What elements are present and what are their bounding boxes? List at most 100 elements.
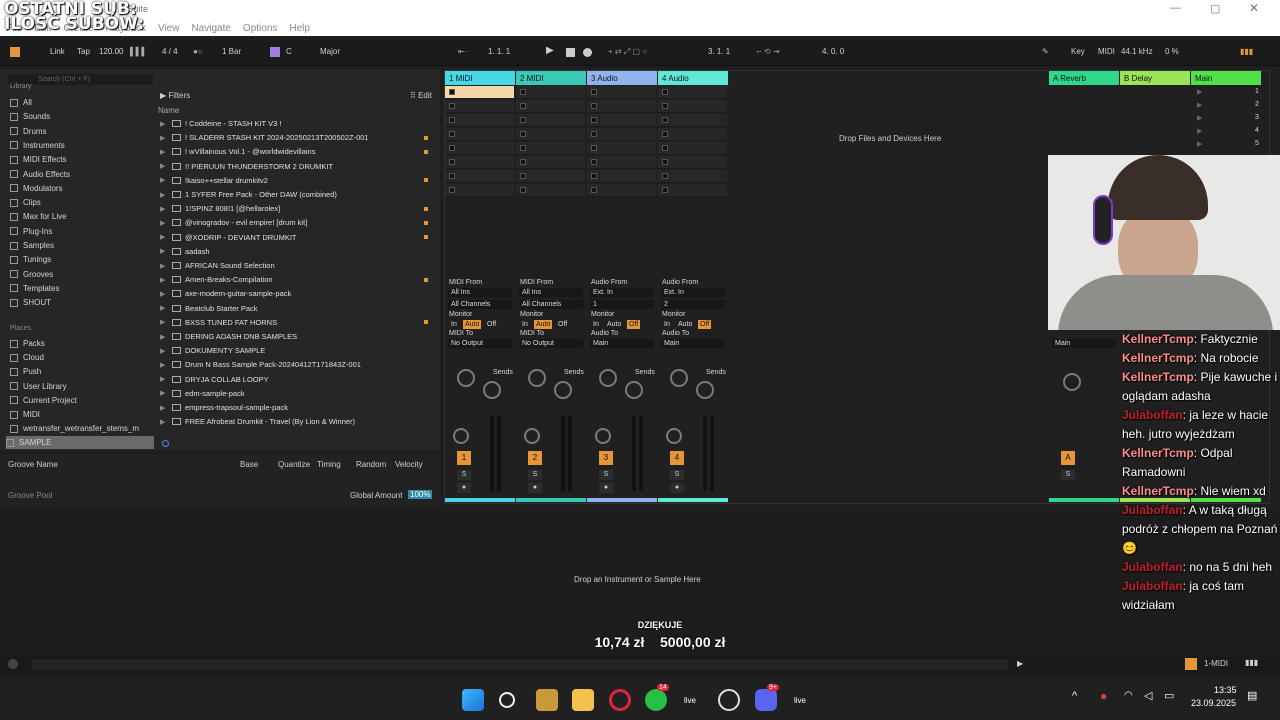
library-item[interactable]: Instruments xyxy=(10,139,65,152)
pan-knob[interactable] xyxy=(524,428,540,444)
clip-stop-icon[interactable] xyxy=(662,89,668,95)
detail-toggle-icon[interactable]: ▮▮▮ xyxy=(1245,658,1258,667)
track-header[interactable]: 3 Audio xyxy=(587,71,657,85)
clip-slot[interactable] xyxy=(587,100,656,113)
clip-slot[interactable] xyxy=(587,156,656,169)
clip-stop-icon[interactable] xyxy=(520,159,526,165)
library-item[interactable]: Modulators xyxy=(10,182,63,195)
clip-stop-icon[interactable] xyxy=(449,103,455,109)
whatsapp-icon[interactable] xyxy=(645,689,667,711)
clip-slot[interactable] xyxy=(445,142,514,155)
clip-stop-icon[interactable] xyxy=(520,131,526,137)
expand-arrow-icon[interactable]: ▶ xyxy=(160,233,168,241)
menu-view[interactable]: View xyxy=(158,23,180,34)
clip-slot[interactable] xyxy=(658,86,727,99)
clip-slot[interactable] xyxy=(587,114,656,127)
file-list-item[interactable]: ▶ @vinogradov - evil empire! [drum kit] xyxy=(160,216,432,229)
input-channel-select[interactable]: 1 xyxy=(590,300,654,309)
send-a-knob[interactable] xyxy=(599,369,617,387)
send-a-knob[interactable] xyxy=(670,369,688,387)
clip-slot[interactable] xyxy=(658,100,727,113)
filters-toggle[interactable]: ▶ Filters xyxy=(160,91,190,100)
expand-arrow-icon[interactable]: ▶ xyxy=(160,361,168,369)
clip-stop-icon[interactable] xyxy=(591,187,597,193)
track-header[interactable]: 2 MIDI xyxy=(516,71,586,85)
input-type-select[interactable]: All Ins xyxy=(448,288,512,297)
expand-arrow-icon[interactable]: ▶ xyxy=(160,304,168,312)
clip-slot[interactable] xyxy=(658,114,727,127)
monitor-in-button[interactable]: In xyxy=(520,320,530,329)
global-amount-value[interactable]: 100% xyxy=(408,490,433,499)
automation-icons[interactable]: + ⇄ ⤢ ▢ ○ xyxy=(608,47,647,57)
clip-slot[interactable] xyxy=(658,170,727,183)
clip-stop-icon[interactable] xyxy=(662,159,668,165)
clip-slot[interactable] xyxy=(587,184,656,197)
clip-stop-icon[interactable] xyxy=(662,145,668,151)
output-select[interactable]: Main xyxy=(661,339,725,348)
file-list-item[interactable]: ▶ DERING ADASH DNB SAMPLES xyxy=(160,330,432,343)
file-list-item[interactable]: ▶ Beatclub Starter Pack xyxy=(160,302,432,315)
file-list-item[interactable]: ▶ BXSS TUNED FAT HORNS xyxy=(160,316,432,329)
expand-arrow-icon[interactable]: ▶ xyxy=(160,162,168,170)
clip-slot[interactable] xyxy=(445,170,514,183)
input-channel-select[interactable]: All Channels xyxy=(448,300,512,309)
track-activator[interactable]: 4 xyxy=(670,451,684,465)
groove-col-random[interactable]: Random xyxy=(356,460,386,469)
places-item[interactable]: SAMPLE xyxy=(6,436,154,450)
track-header[interactable]: 1 MIDI xyxy=(445,71,515,85)
return-send-knob[interactable] xyxy=(1063,373,1081,391)
solo-button[interactable]: S xyxy=(670,470,684,480)
file-list-item[interactable]: ▶ FREE Afrobeat Drumkit - Travel (By Lion… xyxy=(160,415,432,428)
library-item[interactable]: Templates xyxy=(10,282,59,295)
scale-mode-icon[interactable] xyxy=(270,47,280,57)
live-menu-icon[interactable] xyxy=(10,47,20,57)
metronome-icon[interactable]: ▌▌▌ xyxy=(130,47,147,56)
library-item[interactable]: All xyxy=(10,96,32,109)
library-item[interactable]: Drums xyxy=(10,125,47,138)
library-item[interactable]: Grooves xyxy=(10,268,53,281)
preview-icon[interactable] xyxy=(162,440,169,447)
clip-slot[interactable] xyxy=(516,100,585,113)
file-list-item[interactable]: ▶ ! wVillainous Vol.1 - @worldwidevillain… xyxy=(160,145,432,158)
scene-launch-button[interactable]: 3 xyxy=(1255,114,1259,121)
clip-stop-icon[interactable] xyxy=(591,145,597,151)
clip-stop-icon[interactable] xyxy=(520,173,526,179)
expand-arrow-icon[interactable]: ▶ xyxy=(160,347,168,355)
expand-arrow-icon[interactable]: ▶ xyxy=(160,205,168,213)
clip-slot[interactable] xyxy=(587,128,656,141)
clip-stop-icon[interactable] xyxy=(520,117,526,123)
arm-button[interactable]: ● xyxy=(670,483,684,493)
input-type-select[interactable]: All Ins xyxy=(519,288,583,297)
expand-arrow-icon[interactable]: ▶ xyxy=(160,134,168,142)
track-header[interactable]: 4 Audio xyxy=(658,71,728,85)
clip-stop-icon[interactable] xyxy=(520,145,526,151)
clip-stop-icon[interactable] xyxy=(662,117,668,123)
tray-chevron-icon[interactable]: ^ xyxy=(1072,690,1077,702)
clip-stop-icon[interactable] xyxy=(591,131,597,137)
groove-col-velocity[interactable]: Velocity xyxy=(395,460,423,469)
clip-slot[interactable] xyxy=(587,142,656,155)
clip-slot[interactable] xyxy=(516,184,585,197)
clip-slot[interactable] xyxy=(445,114,514,127)
file-list-item[interactable]: ▶ empress-trapsoul-sample-pack xyxy=(160,401,432,414)
send-b-knob[interactable] xyxy=(696,381,714,399)
return-solo-button[interactable]: S xyxy=(1061,470,1075,480)
monitor-off-button[interactable]: Off xyxy=(485,320,498,329)
send-a-knob[interactable] xyxy=(457,369,475,387)
scale-select[interactable]: Major xyxy=(320,47,340,56)
input-channel-select[interactable]: 2 xyxy=(661,300,725,309)
places-item[interactable]: User Library xyxy=(10,380,67,393)
info-toggle-icon[interactable] xyxy=(8,659,18,669)
solo-button[interactable]: S xyxy=(599,470,613,480)
clip-slot[interactable] xyxy=(445,128,514,141)
return-output-select[interactable]: Main xyxy=(1052,339,1116,348)
file-list-item[interactable]: ▶ 1 SYFER Free Pack - Other DAW (combined… xyxy=(160,188,432,201)
clip-stop-icon[interactable] xyxy=(662,131,668,137)
key-map-button[interactable]: Key xyxy=(1071,47,1085,56)
monitor-auto-button[interactable]: Auto xyxy=(463,320,482,329)
groove-col-timing[interactable]: Timing xyxy=(317,460,341,469)
return-header[interactable]: Main xyxy=(1191,71,1261,85)
microphone-icon[interactable]: ● xyxy=(1100,689,1107,703)
clip-stop-icon[interactable] xyxy=(591,117,597,123)
file-list-item[interactable]: ▶ edm-sample-pack xyxy=(160,387,432,400)
